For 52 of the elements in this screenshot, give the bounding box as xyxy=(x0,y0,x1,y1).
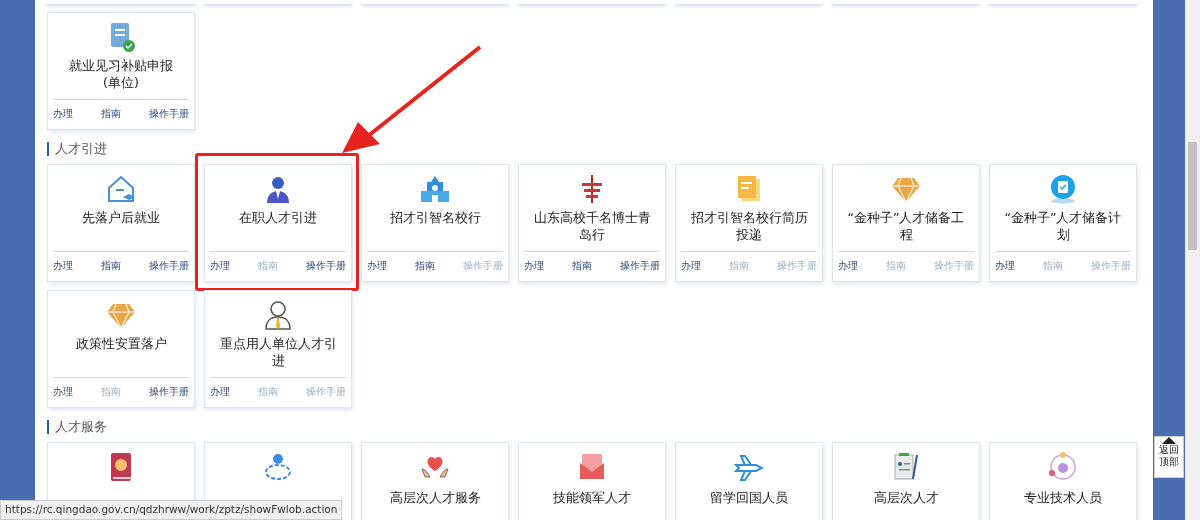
service-card[interactable]: 山东高校千名博士青岛行 办理 指南 操作手册 xyxy=(518,164,666,282)
house-icon xyxy=(105,173,137,205)
section-title: 人才服务 xyxy=(47,420,1153,434)
people-network-icon xyxy=(1047,451,1079,483)
person-icon xyxy=(262,299,294,331)
service-card[interactable]: 技能领军人才 xyxy=(518,442,666,520)
robot-icon xyxy=(262,451,294,483)
scrollbar[interactable] xyxy=(1185,0,1200,520)
card-link[interactable]: 办理 xyxy=(995,258,1015,273)
card-title: “金种子”人才储备工程 xyxy=(846,209,966,244)
card-title: “金种子”人才储备计划 xyxy=(1003,209,1123,244)
card-link[interactable]: 办理 xyxy=(524,258,544,273)
status-bar-url: https://rc.qingdao.gov.cn/qdzhrww/work/zptz/showFwlob.action xyxy=(0,500,343,520)
card-link[interactable]: 办理 xyxy=(838,258,858,273)
card-title: 在职人才引进 xyxy=(238,209,318,227)
card-link[interactable]: 办理 xyxy=(681,258,701,273)
card-title: 高层次人才服务 xyxy=(388,489,482,506)
card-link[interactable]: 办理 xyxy=(53,106,73,121)
scrollbar-thumb[interactable] xyxy=(1188,142,1197,250)
card-link[interactable]: 办理 xyxy=(53,258,73,273)
card-link[interactable]: 指南 xyxy=(101,106,121,121)
card-title: 招才引智名校行简历投递 xyxy=(689,209,809,244)
up-triangle-icon xyxy=(1162,437,1176,444)
card-link[interactable]: 办理 xyxy=(210,384,230,399)
card-link[interactable]: 操作手册 xyxy=(149,258,189,273)
back-to-top-button[interactable]: 返回顶部 xyxy=(1154,436,1184,478)
service-card[interactable]: 留学回国人员 xyxy=(675,442,823,520)
card-link[interactable]: 办理 xyxy=(367,258,387,273)
card-link[interactable]: 指南 xyxy=(101,258,121,273)
card-title: 留学回国人员 xyxy=(709,489,789,506)
card-title: 先落户后就业 xyxy=(81,209,161,227)
service-card[interactable]: 专业技术人员 xyxy=(989,442,1137,520)
card-title: 高层次人才 xyxy=(872,489,940,506)
service-card[interactable]: 就业见习补贴申报(单位) 办理 指南 操作手册 xyxy=(47,12,195,130)
service-card[interactable]: 高层次人才 xyxy=(832,442,980,520)
card-link[interactable]: 操作手册 xyxy=(620,258,660,273)
card-link[interactable]: 指南 xyxy=(572,258,592,273)
service-card[interactable]: 先落户后就业 办理 指南 操作手册 xyxy=(47,164,195,282)
card-title: 山东高校千名博士青岛行 xyxy=(532,209,652,244)
card-link[interactable]: 操作手册 xyxy=(149,106,189,121)
card-title: 技能领军人才 xyxy=(552,489,632,506)
card-link[interactable]: 操作手册 xyxy=(149,384,189,399)
card-link[interactable]: 办理 xyxy=(210,258,230,273)
service-card[interactable]: 高层次人才服务 xyxy=(361,442,509,520)
card-link[interactable]: 操作手册 xyxy=(306,258,346,273)
card-link[interactable]: 指南 xyxy=(415,258,435,273)
card-title: 就业见习补贴申报(单位) xyxy=(68,57,174,92)
card-title: 专业技术人员 xyxy=(1023,489,1103,506)
card-title: 重点用人单位人才引进 xyxy=(218,335,338,370)
card-title: 政策性安置落户 xyxy=(74,335,168,353)
card-link[interactable]: 办理 xyxy=(53,384,73,399)
card-title: 招才引智名校行 xyxy=(388,209,482,227)
